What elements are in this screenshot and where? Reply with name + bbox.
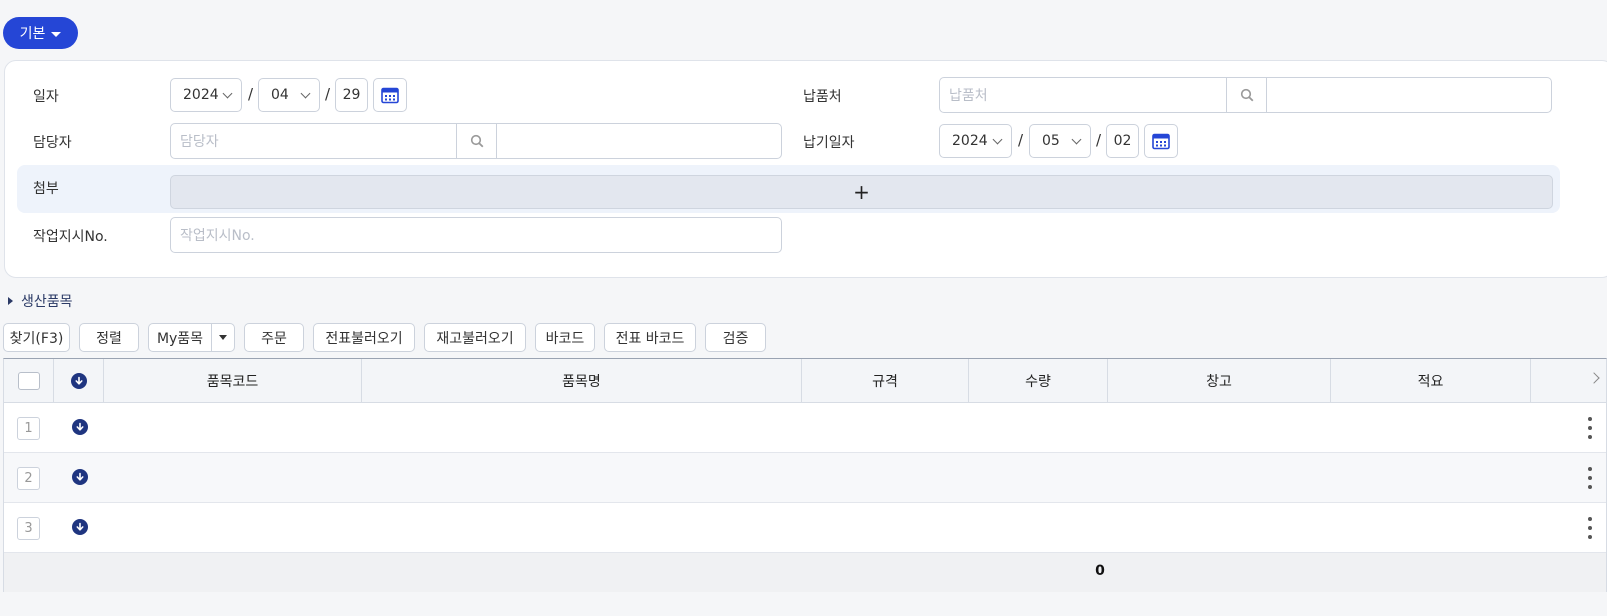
column-remarks[interactable]: 적요 [1331, 359, 1531, 403]
verify-button[interactable]: 검증 [705, 323, 766, 352]
form-panel: 일자 2024 / 04 / 29 납품처 납품처 담당자 담당자 납기일자 2 [4, 60, 1607, 278]
my-items-dropdown[interactable] [212, 324, 234, 351]
date-month-value: 04 [271, 87, 289, 103]
add-attachment-button[interactable]: + [170, 175, 1553, 209]
caret-down-icon [51, 31, 62, 37]
barcode-button[interactable]: 바코드 [535, 323, 595, 352]
date-year-select[interactable]: 2024 [170, 78, 242, 112]
column-spec[interactable]: 규격 [802, 359, 969, 403]
manager-input[interactable]: 담당자 [171, 124, 457, 158]
work-order-input[interactable]: 작업지시No. [171, 218, 255, 252]
due-date-calendar-button[interactable] [1144, 124, 1178, 158]
date-year-value: 2024 [183, 87, 219, 103]
delivery-place-input[interactable]: 납품처 [940, 78, 1227, 112]
date-day-value: 29 [342, 87, 361, 103]
grid-header: 품목코드 품목명 규격 수량 창고 적요 [4, 359, 1606, 403]
section-toggle[interactable]: 생산품목 [8, 291, 73, 311]
calendar-icon [381, 87, 399, 104]
date-label: 일자 [33, 89, 59, 105]
due-date-day-value: 02 [1113, 133, 1132, 149]
kebab-icon[interactable] [1588, 467, 1592, 489]
row-number: 2 [17, 467, 40, 490]
total-quantity: 0 [1095, 563, 1105, 579]
table-row[interactable]: 1 [4, 403, 1606, 453]
download-circle-icon[interactable] [72, 419, 88, 435]
table-row[interactable]: 3 [4, 503, 1606, 553]
download-circle-icon[interactable] [70, 373, 87, 389]
date-separator: / [325, 85, 331, 103]
search-icon [1240, 88, 1253, 102]
row-number: 1 [17, 417, 40, 440]
date-calendar-button[interactable] [373, 78, 407, 112]
due-date-month-select[interactable]: 05 [1029, 124, 1091, 158]
sort-button[interactable]: 정렬 [79, 323, 139, 352]
due-date-separator: / [1096, 131, 1102, 149]
attachment-row: 첨부 + [17, 165, 1560, 213]
delivery-place-label: 납품처 [803, 89, 842, 105]
column-warehouse[interactable]: 창고 [1108, 359, 1331, 403]
load-stock-button[interactable]: 재고불러오기 [424, 323, 526, 352]
search-icon [470, 134, 483, 148]
work-order-label: 작업지시No. [33, 229, 108, 245]
due-date-month-value: 05 [1042, 133, 1060, 149]
attachment-label: 첨부 [33, 181, 59, 197]
manager-name-field[interactable] [497, 124, 781, 158]
caret-right-icon [8, 297, 13, 305]
chevron-right-icon[interactable] [1588, 372, 1600, 384]
row-number: 3 [17, 517, 40, 540]
load-slip-button[interactable]: 전표불러오기 [313, 323, 415, 352]
download-circle-icon[interactable] [72, 519, 88, 535]
my-items-split-button[interactable]: My품목 [148, 323, 235, 352]
manager-search-button[interactable] [457, 124, 497, 158]
find-button[interactable]: 찾기(F3) [3, 323, 70, 352]
delivery-place-search-button[interactable] [1227, 78, 1267, 112]
chevron-down-icon [992, 134, 1003, 145]
date-month-select[interactable]: 04 [258, 78, 320, 112]
select-all-checkbox[interactable] [17, 372, 40, 390]
column-item-code[interactable]: 품목코드 [104, 359, 362, 403]
header-download [54, 359, 104, 403]
slip-barcode-button[interactable]: 전표 바코드 [604, 323, 696, 352]
chevron-down-icon [300, 88, 311, 99]
due-date-day-input[interactable]: 02 [1106, 124, 1139, 158]
download-circle-icon[interactable] [72, 469, 88, 485]
due-date-label: 납기일자 [803, 135, 855, 151]
grid-footer: 0 [4, 553, 1606, 592]
mode-button-label: 기본 [19, 26, 46, 42]
mode-dropdown-button[interactable]: 기본 [3, 17, 78, 49]
item-grid: 품목코드 품목명 규격 수량 창고 적요 1 2 3 0 [3, 358, 1607, 592]
due-date-year-select[interactable]: 2024 [939, 124, 1012, 158]
date-separator: / [248, 85, 254, 103]
my-items-button[interactable]: My품목 [149, 324, 212, 351]
manager-label: 담당자 [33, 135, 72, 151]
work-order-field[interactable]: 작업지시No. [170, 217, 782, 253]
delivery-place-name-field[interactable] [1267, 78, 1551, 112]
kebab-icon[interactable] [1588, 417, 1592, 439]
chevron-down-icon [222, 88, 233, 99]
section-title: 생산품목 [21, 294, 73, 310]
chevron-down-icon [1071, 134, 1082, 145]
due-date-year-value: 2024 [952, 133, 988, 149]
manager-field[interactable]: 담당자 [170, 123, 782, 159]
column-item-name[interactable]: 품목명 [362, 359, 802, 403]
calendar-icon [1152, 133, 1170, 150]
date-day-input[interactable]: 29 [335, 78, 368, 112]
order-button[interactable]: 주문 [244, 323, 304, 352]
header-select-all [4, 359, 54, 403]
due-date-separator: / [1018, 131, 1024, 149]
delivery-place-field[interactable]: 납품처 [939, 77, 1552, 113]
plus-icon: + [853, 180, 870, 204]
column-quantity[interactable]: 수량 [969, 359, 1108, 403]
kebab-icon[interactable] [1588, 517, 1592, 539]
table-row[interactable]: 2 [4, 453, 1606, 503]
caret-down-icon [219, 335, 227, 340]
